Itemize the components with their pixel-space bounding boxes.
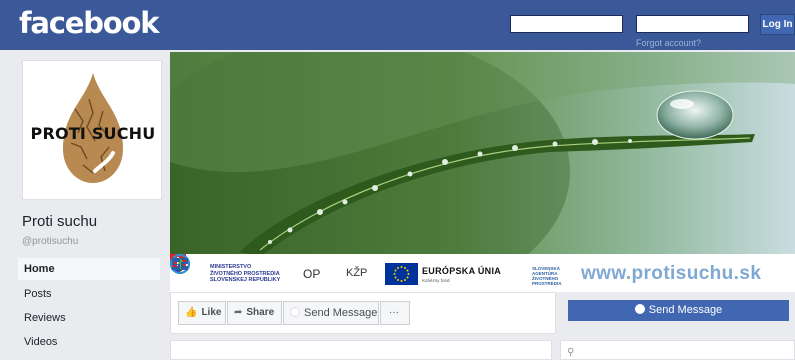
share-button[interactable]: ➦ Share bbox=[227, 301, 282, 325]
login-button[interactable]: Log In bbox=[760, 14, 795, 35]
messenger-icon bbox=[290, 307, 300, 317]
profile-picture[interactable]: PROTI SUCHU bbox=[22, 60, 162, 200]
email-input[interactable] bbox=[510, 15, 623, 33]
search-posts-card[interactable]: ⚲ bbox=[560, 340, 795, 360]
sazp-logo-icon bbox=[172, 258, 188, 270]
like-button[interactable]: 👍 Like bbox=[178, 301, 226, 325]
cover-photo[interactable]: MINISTERSTVO ŽIVOTNÉHO PROSTREDIA SLOVEN… bbox=[170, 52, 795, 292]
website-url: www.protisuchu.sk bbox=[581, 263, 762, 284]
more-options-button[interactable]: ··· bbox=[380, 301, 410, 325]
messenger-icon bbox=[634, 304, 645, 314]
eu-fund-label: Kohézny fond bbox=[422, 278, 450, 283]
page-handle[interactable]: @protisuchu bbox=[22, 236, 78, 247]
send-message-secondary-button[interactable]: Send Message bbox=[283, 301, 379, 325]
profile-logo-text: PROTI SUCHU bbox=[30, 124, 156, 143]
sponsor-strip: MINISTERSTVO ŽIVOTNÉHO PROSTREDIA SLOVEN… bbox=[170, 254, 795, 292]
thumbs-up-icon: 👍 bbox=[185, 307, 198, 318]
search-icon: ⚲ bbox=[567, 347, 575, 358]
sazp-label: SLOVENSKÁ AGENTÚRA ŽIVOTNÉHO PROSTREDIA bbox=[532, 266, 562, 286]
page-action-bar: 👍 Like ➦ Share Send Message ··· bbox=[170, 292, 556, 334]
facebook-logo[interactable]: facebook bbox=[19, 6, 160, 40]
nav-item-posts[interactable]: Posts bbox=[18, 283, 160, 305]
posts-card bbox=[170, 340, 552, 360]
send-message-button[interactable]: Send Message bbox=[568, 300, 789, 321]
nav-item-home[interactable]: Home bbox=[18, 258, 160, 280]
kzp-label: KŽP bbox=[346, 267, 368, 279]
page-name[interactable]: Proti suchu bbox=[22, 213, 97, 230]
password-input[interactable] bbox=[636, 15, 749, 33]
forgot-account-link[interactable]: Forgot account? bbox=[636, 38, 701, 48]
ministry-label: MINISTERSTVO ŽIVOTNÉHO PROSTREDIA SLOVEN… bbox=[210, 264, 281, 283]
eu-label: EURÓPSKA ÚNIA bbox=[422, 266, 502, 276]
eu-flag-icon bbox=[385, 263, 418, 285]
op-label: OP bbox=[303, 267, 321, 281]
nav-item-reviews[interactable]: Reviews bbox=[18, 307, 160, 329]
nav-item-videos[interactable]: Videos bbox=[18, 331, 160, 353]
top-navigation-bar: facebook Log In Forgot account? bbox=[0, 0, 795, 50]
share-arrow-icon: ➦ bbox=[234, 307, 243, 318]
